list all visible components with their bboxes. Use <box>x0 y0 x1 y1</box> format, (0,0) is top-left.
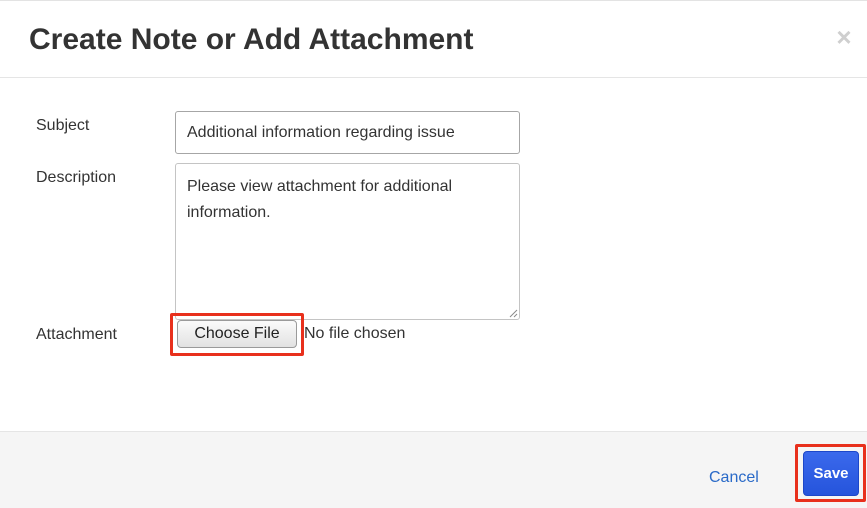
dialog-title: Create Note or Add Attachment <box>29 23 474 56</box>
close-icon[interactable]: × <box>831 19 857 55</box>
cancel-button[interactable]: Cancel <box>709 468 759 488</box>
description-textarea[interactable]: Please view attachment for additional in… <box>175 163 520 320</box>
resize-grip-icon[interactable] <box>508 308 518 318</box>
dialog-header: Create Note or Add Attachment × <box>0 0 867 78</box>
subject-label: Subject <box>36 117 90 134</box>
create-note-dialog: Create Note or Add Attachment × Subject … <box>0 0 867 508</box>
save-button[interactable]: Save <box>803 451 859 496</box>
file-status-text: No file chosen <box>304 325 406 342</box>
description-label: Description <box>36 169 117 186</box>
subject-input[interactable] <box>175 111 520 154</box>
choose-file-button[interactable]: Choose File <box>177 320 297 348</box>
attachment-label: Attachment <box>36 326 117 343</box>
